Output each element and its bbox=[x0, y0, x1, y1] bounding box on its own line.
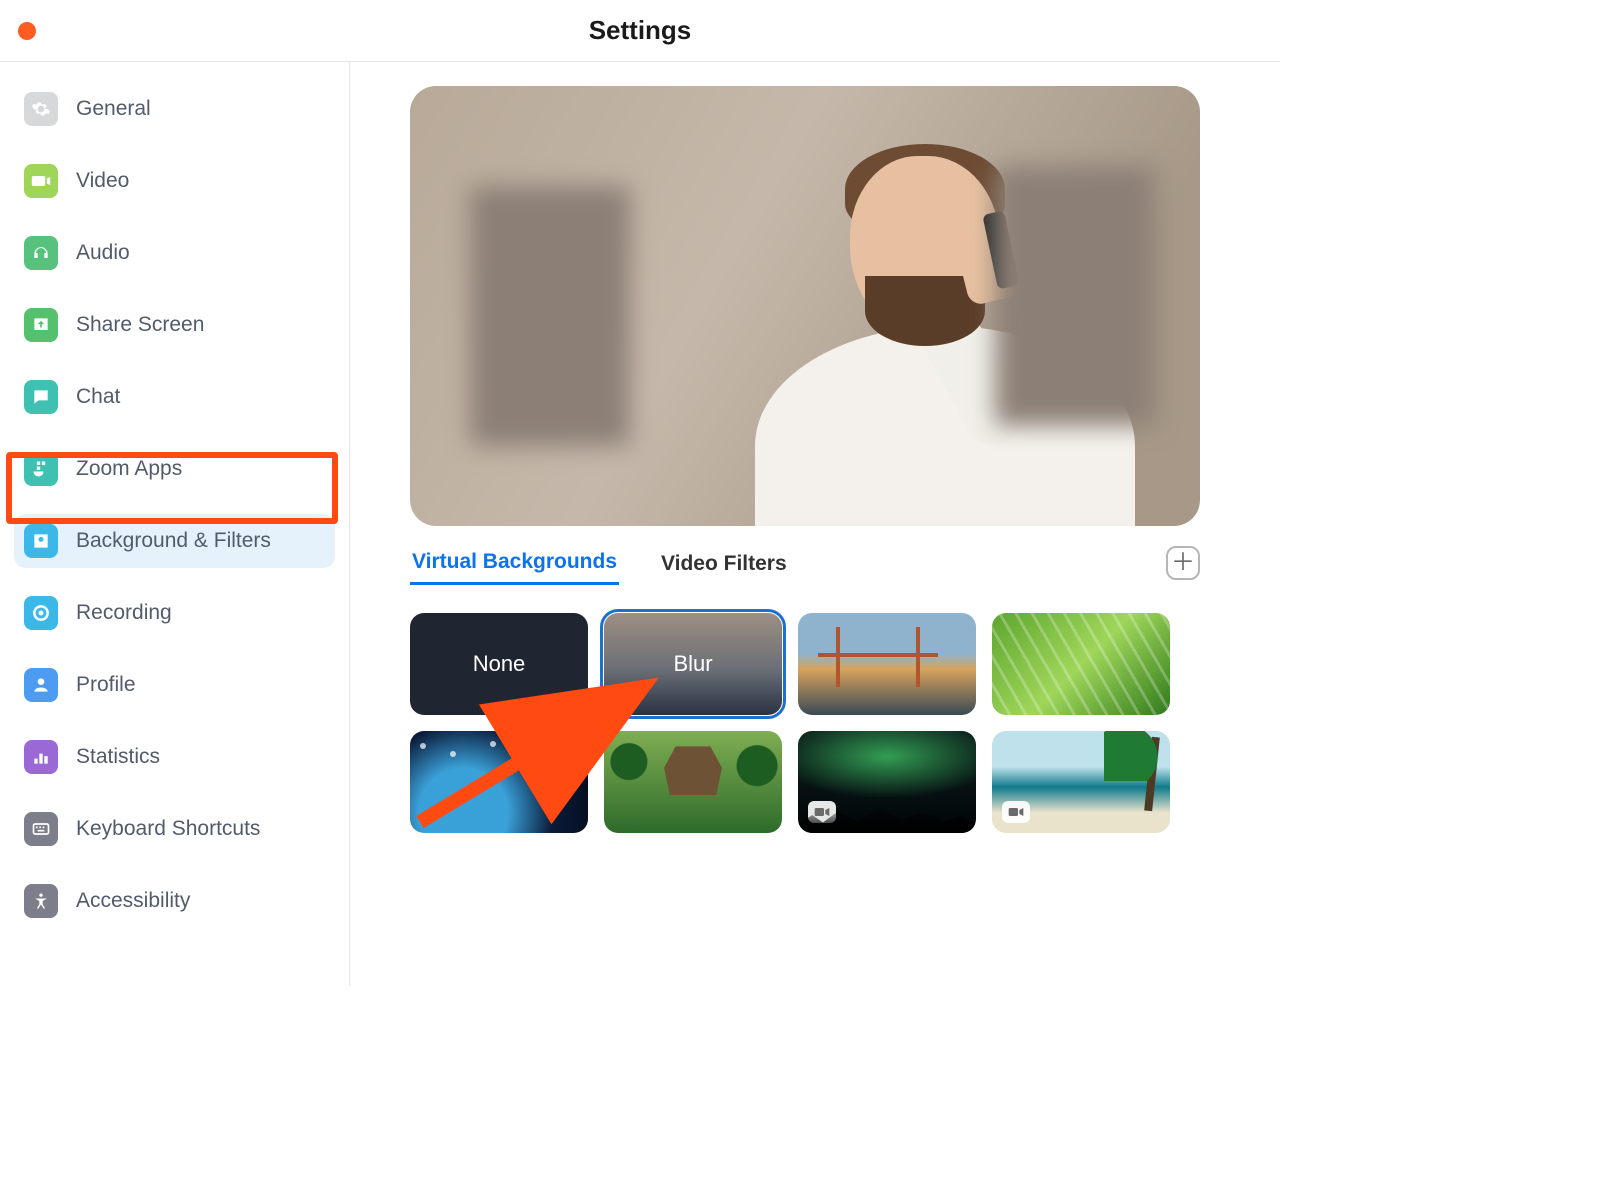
background-icon bbox=[24, 524, 58, 558]
sidebar-item-label: Keyboard Shortcuts bbox=[76, 817, 260, 841]
chat-bubble-icon bbox=[24, 380, 58, 414]
background-tile-image[interactable] bbox=[992, 613, 1170, 715]
sidebar-item-recording[interactable]: Recording bbox=[14, 586, 335, 640]
tile-label: None bbox=[473, 651, 526, 677]
background-tile-none[interactable]: None bbox=[410, 613, 588, 715]
sidebar-item-label: Video bbox=[76, 169, 129, 193]
sidebar-item-zoom-apps[interactable]: Zoom Apps bbox=[14, 442, 335, 496]
sidebar-item-label: Audio bbox=[76, 241, 130, 265]
sidebar-item-label: Zoom Apps bbox=[76, 457, 182, 481]
tab-virtual-backgrounds[interactable]: Virtual Backgrounds bbox=[410, 550, 619, 585]
sidebar-item-general[interactable]: General bbox=[14, 82, 335, 136]
background-tile-image[interactable] bbox=[604, 731, 782, 833]
person-icon bbox=[24, 668, 58, 702]
video-badge-icon bbox=[808, 801, 836, 823]
background-tile-image[interactable] bbox=[798, 613, 976, 715]
sidebar-item-label: Profile bbox=[76, 673, 136, 697]
share-screen-icon bbox=[24, 308, 58, 342]
background-tile-image[interactable] bbox=[410, 731, 588, 833]
sidebar-item-label: General bbox=[76, 97, 151, 121]
sidebar-item-label: Accessibility bbox=[76, 889, 190, 913]
plus-icon: ＋ bbox=[1171, 551, 1195, 575]
gear-icon bbox=[24, 92, 58, 126]
background-tabs: Virtual Backgrounds Video Filters ＋ bbox=[410, 550, 1200, 585]
tile-label: Blur bbox=[673, 651, 712, 677]
headphones-icon bbox=[24, 236, 58, 270]
sidebar-item-accessibility[interactable]: Accessibility bbox=[14, 874, 335, 928]
window-title: Settings bbox=[0, 15, 1280, 46]
sidebar-item-chat[interactable]: Chat bbox=[14, 370, 335, 424]
video-preview bbox=[410, 86, 1200, 526]
window-close-dot[interactable] bbox=[18, 22, 36, 40]
accessibility-icon bbox=[24, 884, 58, 918]
titlebar: Settings bbox=[0, 0, 1280, 62]
sidebar-item-video[interactable]: Video bbox=[14, 154, 335, 208]
apps-icon bbox=[24, 452, 58, 486]
background-tile-video[interactable] bbox=[992, 731, 1170, 833]
background-tile-blur[interactable]: Blur bbox=[604, 613, 782, 715]
background-grid: None Blur bbox=[410, 613, 1200, 833]
sidebar-item-label: Recording bbox=[76, 601, 172, 625]
record-icon bbox=[24, 596, 58, 630]
tab-video-filters[interactable]: Video Filters bbox=[659, 552, 789, 584]
bar-chart-icon bbox=[24, 740, 58, 774]
sidebar-item-background-filters[interactable]: Background & Filters bbox=[14, 514, 335, 568]
sidebar-item-label: Statistics bbox=[76, 745, 160, 769]
settings-sidebar: General Video Audio Share Screen bbox=[0, 62, 350, 986]
sidebar-item-audio[interactable]: Audio bbox=[14, 226, 335, 280]
keyboard-icon bbox=[24, 812, 58, 846]
preview-person-illustration bbox=[780, 126, 1100, 526]
sidebar-item-share-screen[interactable]: Share Screen bbox=[14, 298, 335, 352]
sidebar-item-label: Chat bbox=[76, 385, 120, 409]
add-background-button[interactable]: ＋ bbox=[1166, 546, 1200, 580]
background-tile-video[interactable] bbox=[798, 731, 976, 833]
sidebar-item-profile[interactable]: Profile bbox=[14, 658, 335, 712]
sidebar-item-label: Share Screen bbox=[76, 313, 204, 337]
sidebar-item-statistics[interactable]: Statistics bbox=[14, 730, 335, 784]
main-panel: Virtual Backgrounds Video Filters ＋ None… bbox=[350, 62, 1280, 986]
video-camera-icon bbox=[24, 164, 58, 198]
sidebar-item-label: Background & Filters bbox=[76, 529, 271, 553]
video-badge-icon bbox=[1002, 801, 1030, 823]
sidebar-item-keyboard-shortcuts[interactable]: Keyboard Shortcuts bbox=[14, 802, 335, 856]
